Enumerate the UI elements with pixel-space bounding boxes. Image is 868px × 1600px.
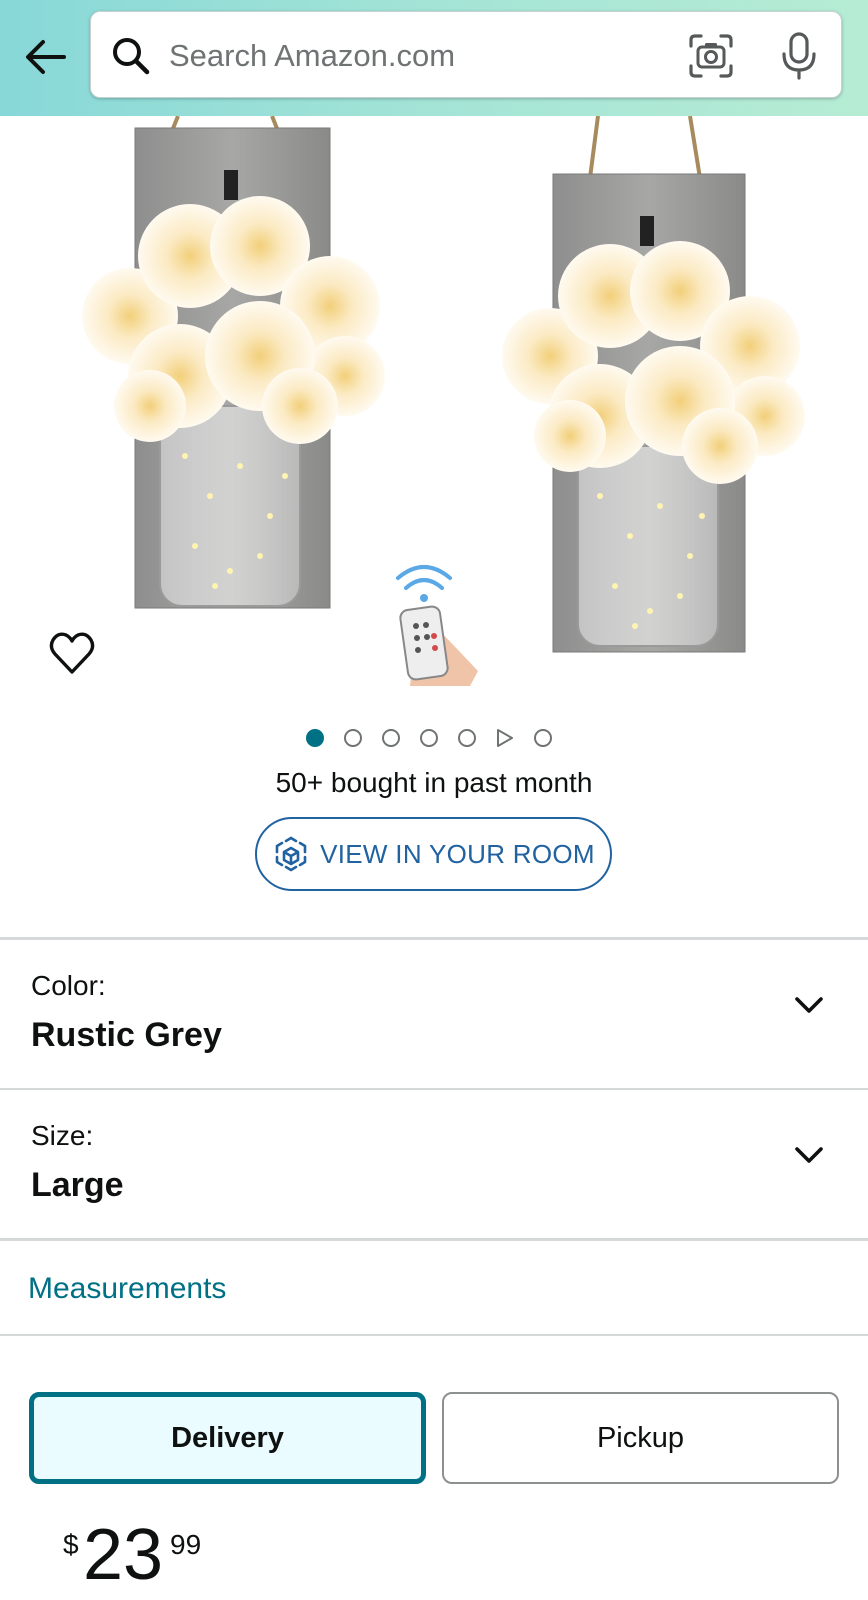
carousel-dot[interactable] bbox=[306, 729, 324, 747]
microphone-icon[interactable] bbox=[775, 30, 823, 82]
size-selector[interactable]: Size: Large bbox=[0, 1090, 868, 1235]
back-button[interactable] bbox=[22, 34, 68, 80]
chevron-down-icon bbox=[795, 997, 823, 1013]
pickup-tab[interactable]: Pickup bbox=[442, 1392, 839, 1484]
search-input[interactable] bbox=[169, 30, 729, 82]
top-search-bar bbox=[0, 0, 868, 116]
ar-cube-icon bbox=[275, 836, 307, 872]
size-value: Large bbox=[31, 1166, 124, 1204]
remote-control-illustration bbox=[396, 565, 478, 686]
camera-search-icon[interactable] bbox=[687, 32, 735, 80]
delivery-tab[interactable]: Delivery bbox=[29, 1392, 426, 1484]
price-currency-symbol: $ bbox=[63, 1529, 79, 1560]
heart-icon[interactable] bbox=[48, 630, 96, 676]
size-label: Size: bbox=[31, 1120, 94, 1151]
search-box bbox=[90, 11, 842, 98]
carousel-dot[interactable] bbox=[382, 729, 400, 747]
color-value: Rustic Grey bbox=[31, 1016, 222, 1054]
right-sconce-illustration bbox=[502, 116, 805, 653]
section-divider bbox=[0, 1238, 868, 1241]
section-divider bbox=[0, 1334, 868, 1336]
search-icon bbox=[113, 38, 150, 75]
view-in-your-room-label: VIEW IN YOUR ROOM bbox=[320, 838, 595, 869]
chevron-down-icon bbox=[795, 1147, 823, 1163]
bought-in-past-month: 50+ bought in past month bbox=[275, 767, 593, 798]
image-carousel-indicator bbox=[306, 726, 572, 750]
carousel-dot[interactable] bbox=[420, 729, 438, 747]
color-selector[interactable]: Color: Rustic Grey bbox=[0, 940, 868, 1085]
price-whole: 23 bbox=[83, 1515, 164, 1595]
view-in-your-room-button[interactable]: VIEW IN YOUR ROOM bbox=[255, 817, 612, 891]
left-sconce-illustration bbox=[82, 116, 385, 609]
product-image[interactable] bbox=[0, 116, 868, 686]
carousel-dot[interactable] bbox=[344, 729, 362, 747]
carousel-dot[interactable] bbox=[534, 729, 552, 747]
carousel-dot[interactable] bbox=[458, 729, 476, 747]
price-fraction: 99 bbox=[170, 1529, 202, 1560]
arrow-left-icon bbox=[26, 40, 66, 74]
measurements-link[interactable]: Measurements bbox=[28, 1272, 226, 1306]
video-play-icon[interactable] bbox=[496, 728, 514, 748]
color-label: Color: bbox=[31, 970, 106, 1001]
